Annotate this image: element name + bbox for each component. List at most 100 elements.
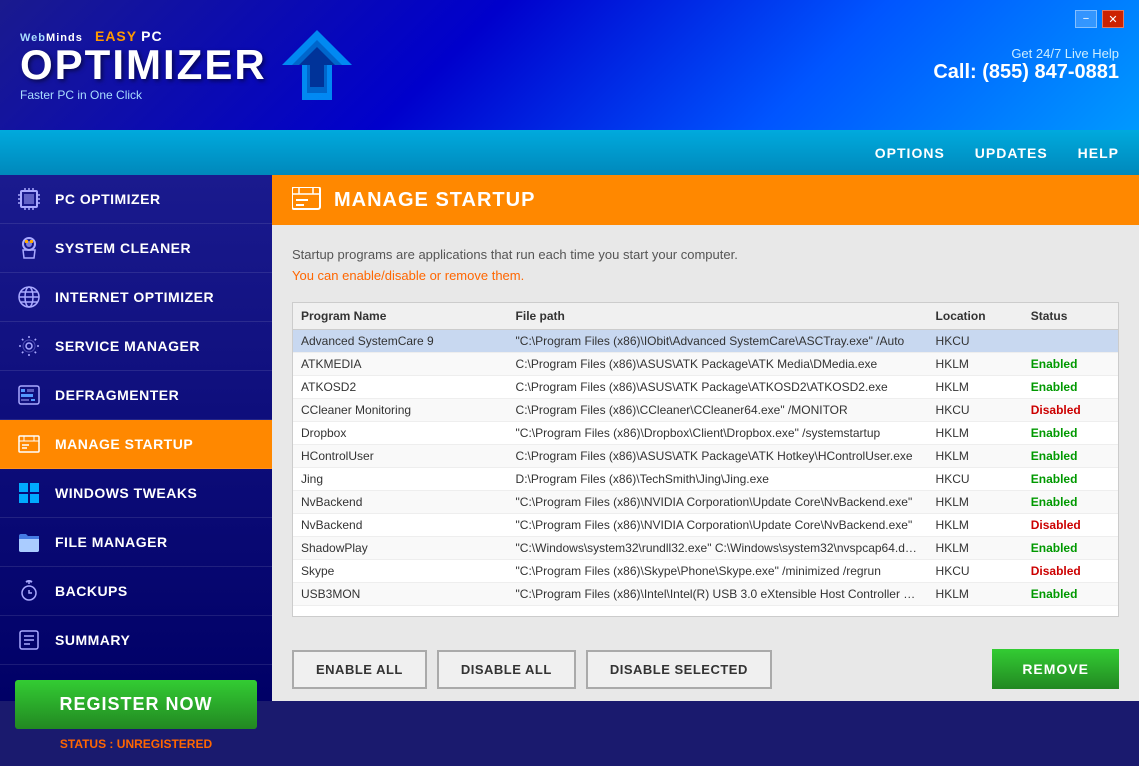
cell-program-name: NvBackend <box>293 490 508 513</box>
optimizer-text: OPTIMIZER <box>20 44 267 86</box>
backup-icon <box>15 577 43 605</box>
cell-file-path: C:\Program Files (x86)\ASUS\ATK Package\… <box>508 375 928 398</box>
table-row[interactable]: ATKOSD2C:\Program Files (x86)\ASUS\ATK P… <box>293 375 1118 398</box>
table-row[interactable]: Dropbox"C:\Program Files (x86)\Dropbox\C… <box>293 421 1118 444</box>
sidebar-label-defragmenter: DEFRAGMENTER <box>55 387 179 403</box>
gear-icon <box>15 332 43 360</box>
description-line1: Startup programs are applications that r… <box>292 245 1119 266</box>
remove-button[interactable]: REMOVE <box>992 649 1119 689</box>
cell-location: HKLM <box>928 513 1023 536</box>
register-button[interactable]: REGISTER NOW <box>15 680 257 729</box>
table-row[interactable]: JingD:\Program Files (x86)\TechSmith\Jin… <box>293 467 1118 490</box>
app-header: − ✕ WebMinds EASY PC OPTIMIZER Faster PC… <box>0 0 1139 130</box>
cell-status: Enabled <box>1023 582 1118 605</box>
status-area: STATUS : UNREGISTERED <box>15 737 257 751</box>
table-row[interactable]: ShadowPlay"C:\Windows\system32\rundll32.… <box>293 536 1118 559</box>
nav-help[interactable]: HELP <box>1078 145 1119 161</box>
sidebar-label-windows-tweaks: WINDOWS TWEAKS <box>55 485 197 501</box>
logo-area: WebMinds EASY PC OPTIMIZER Faster PC in … <box>20 28 267 102</box>
cell-location: HKCU <box>928 467 1023 490</box>
globe-icon <box>15 283 43 311</box>
cell-program-name: CCleaner Monitoring <box>293 398 508 421</box>
cell-status: Disabled <box>1023 559 1118 582</box>
startup-table: Program Name File path Location Status A… <box>292 302 1119 617</box>
windows-icon <box>15 479 43 507</box>
cell-program-name: ATKOSD2 <box>293 375 508 398</box>
cell-file-path: "C:\Program Files (x86)\NVIDIA Corporati… <box>508 513 928 536</box>
sidebar-item-defragmenter[interactable]: DEFRAGMENTER <box>0 371 272 420</box>
cell-location: HKLM <box>928 444 1023 467</box>
cell-status: Disabled <box>1023 513 1118 536</box>
table-row[interactable]: NvBackend"C:\Program Files (x86)\NVIDIA … <box>293 513 1118 536</box>
cell-file-path: "C:\Program Files (x86)\IObit\Advanced S… <box>508 329 928 352</box>
summary-icon <box>15 626 43 654</box>
cell-status: Enabled <box>1023 375 1118 398</box>
table-row[interactable]: USB3MON"C:\Program Files (x86)\Intel\Int… <box>293 582 1118 605</box>
sidebar-item-pc-optimizer[interactable]: PC OPTIMIZER <box>0 175 272 224</box>
sidebar-item-windows-tweaks[interactable]: WINDOWS TWEAKS <box>0 469 272 518</box>
startup-programs-table: Program Name File path Location Status A… <box>293 303 1118 606</box>
sidebar-label-system-cleaner: SYSTEM CLEANER <box>55 240 191 256</box>
enable-all-button[interactable]: ENABLE ALL <box>292 650 427 689</box>
sidebar-item-file-manager[interactable]: FILE MANAGER <box>0 518 272 567</box>
tagline: Faster PC in One Click <box>20 88 267 102</box>
nav-updates[interactable]: UPDATES <box>975 145 1048 161</box>
table-row[interactable]: CCleaner MonitoringC:\Program Files (x86… <box>293 398 1118 421</box>
sidebar-label-backups: BACKUPS <box>55 583 128 599</box>
cell-file-path: "C:\Program Files (x86)\Intel\Intel(R) U… <box>508 582 928 605</box>
table-row[interactable]: Skype"C:\Program Files (x86)\Skype\Phone… <box>293 559 1118 582</box>
sidebar-item-backups[interactable]: BACKUPS <box>0 567 272 616</box>
cell-status: Disabled <box>1023 398 1118 421</box>
content-header-icon <box>292 187 322 213</box>
defrag-icon <box>15 381 43 409</box>
description: Startup programs are applications that r… <box>292 245 1119 287</box>
table-row[interactable]: NvBackend"C:\Program Files (x86)\NVIDIA … <box>293 490 1118 513</box>
window-controls: − ✕ <box>1075 10 1124 28</box>
cell-location: HKLM <box>928 375 1023 398</box>
description-line2: You can enable/disable or remove them. <box>292 266 1119 287</box>
cell-status: Enabled <box>1023 352 1118 375</box>
sidebar-label-manage-startup: MANAGE STARTUP <box>55 436 193 452</box>
cell-location: HKLM <box>928 490 1023 513</box>
cell-file-path: D:\Program Files (x86)\TechSmith\Jing\Ji… <box>508 467 928 490</box>
phone-number: Call: (855) 847-0881 <box>933 61 1119 84</box>
col-status: Status <box>1023 303 1118 330</box>
nav-options[interactable]: OPTIONS <box>875 145 945 161</box>
sidebar-label-service-manager: SERVICE MANAGER <box>55 338 200 354</box>
broom-icon <box>15 234 43 262</box>
cell-program-name: NvBackend <box>293 513 508 536</box>
sidebar-item-service-manager[interactable]: SERVICE MANAGER <box>0 322 272 371</box>
table-row[interactable]: ATKMEDIAC:\Program Files (x86)\ASUS\ATK … <box>293 352 1118 375</box>
minimize-button[interactable]: − <box>1075 10 1097 28</box>
cell-location: HKLM <box>928 536 1023 559</box>
sidebar-item-internet-optimizer[interactable]: INTERNET OPTIMIZER <box>0 273 272 322</box>
sidebar-label-pc-optimizer: PC OPTIMIZER <box>55 191 161 207</box>
table-row[interactable]: HControlUserC:\Program Files (x86)\ASUS\… <box>293 444 1118 467</box>
cell-program-name: HControlUser <box>293 444 508 467</box>
cell-location: HKLM <box>928 352 1023 375</box>
col-file-path: File path <box>508 303 928 330</box>
cell-status: Enabled <box>1023 421 1118 444</box>
startup-icon <box>15 430 43 458</box>
sidebar-label-internet-optimizer: INTERNET OPTIMIZER <box>55 289 214 305</box>
cell-program-name: Dropbox <box>293 421 508 444</box>
cell-program-name: USB3MON <box>293 582 508 605</box>
content-header: MANAGE STARTUP <box>272 175 1139 225</box>
col-program-name: Program Name <box>293 303 508 330</box>
disable-all-button[interactable]: DISABLE ALL <box>437 650 576 689</box>
cell-location: HKCU <box>928 559 1023 582</box>
sidebar-item-summary[interactable]: SUMMARY <box>0 616 272 665</box>
cell-file-path: "C:\Windows\system32\rundll32.exe" C:\Wi… <box>508 536 928 559</box>
bottom-bar: ENABLE ALL DISABLE ALL DISABLE SELECTED … <box>272 637 1139 701</box>
table-row[interactable]: Advanced SystemCare 9"C:\Program Files (… <box>293 329 1118 352</box>
sidebar-item-manage-startup[interactable]: MANAGE STARTUP <box>0 420 272 469</box>
cell-status: Enabled <box>1023 444 1118 467</box>
sidebar-item-system-cleaner[interactable]: SYSTEM CLEANER <box>0 224 272 273</box>
content-area: MANAGE STARTUP Startup programs are appl… <box>272 175 1139 701</box>
close-button[interactable]: ✕ <box>1102 10 1124 28</box>
content-body: Startup programs are applications that r… <box>272 225 1139 637</box>
disable-selected-button[interactable]: DISABLE SELECTED <box>586 650 772 689</box>
cell-program-name: Jing <box>293 467 508 490</box>
live-help-text: Get 24/7 Live Help <box>933 46 1119 61</box>
cell-status <box>1023 329 1118 352</box>
